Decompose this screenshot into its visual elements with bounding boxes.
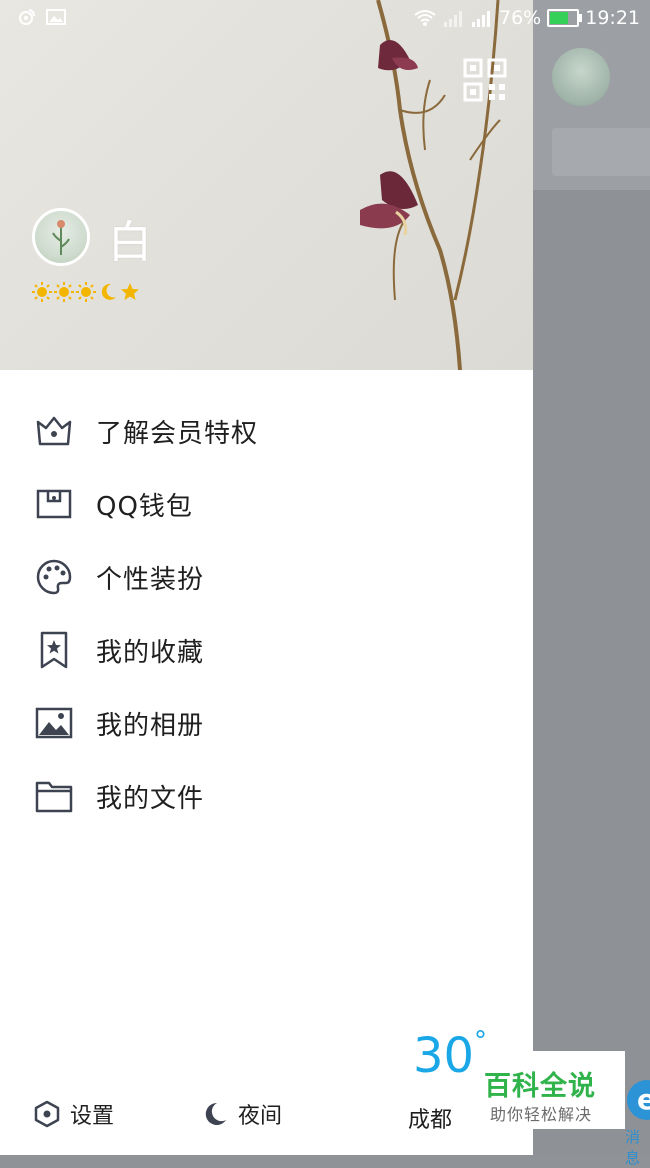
sun-icon — [32, 282, 52, 302]
palette-icon — [36, 559, 72, 595]
sun-icon — [76, 282, 96, 302]
menu-item-files[interactable]: 我的文件 — [0, 760, 533, 833]
watermark-subtitle: 助你轻松解决 — [490, 1105, 593, 1124]
menu-item-favorites[interactable]: 我的收藏 — [0, 614, 533, 687]
wallet-icon — [36, 489, 72, 519]
nickname[interactable]: 白 — [108, 206, 152, 270]
drawer-menu: 了解会员特权 QQ钱包 个性装扮 我的收藏 我的相册 我的文件 — [0, 395, 533, 833]
menu-item-label: QQ钱包 — [96, 492, 193, 522]
menu-item-label: 我的相册 — [96, 711, 205, 741]
battery-icon — [547, 9, 583, 27]
status-bar: 76% 19:21 — [0, 0, 650, 36]
message-tab-label: 消息 — [625, 1128, 641, 1167]
background-app-overlay[interactable]: e 消息 — [533, 0, 650, 1167]
header-background-branch-art — [360, 0, 501, 370]
weibo-icon — [19, 9, 35, 25]
watermark: 百科全说 助你轻松解决 — [475, 1051, 625, 1129]
profile-header[interactable]: 白 — [0, 0, 533, 370]
avatar-flower-image — [52, 220, 70, 255]
menu-item-vip-privileges[interactable]: 了解会员特权 — [0, 395, 533, 468]
background-avatar — [552, 48, 610, 106]
weather-temperature[interactable]: 30 — [413, 1028, 474, 1084]
settings-label: 设置 — [70, 1104, 115, 1129]
night-mode-button[interactable]: 夜间 — [202, 1098, 282, 1130]
menu-item-label: 个性装扮 — [96, 565, 205, 595]
gallery-notification-icon — [46, 9, 66, 25]
qq-level-badges[interactable] — [32, 282, 140, 302]
signal-icon-sim1 — [444, 11, 462, 27]
qr-code-icon[interactable] — [463, 58, 507, 102]
menu-item-album[interactable]: 我的相册 — [0, 687, 533, 760]
menu-item-qq-wallet[interactable]: QQ钱包 — [0, 468, 533, 541]
menu-item-label: 我的收藏 — [96, 638, 205, 668]
moon-icon — [205, 1102, 226, 1125]
night-mode-label: 夜间 — [238, 1104, 283, 1129]
sun-icon — [54, 282, 74, 302]
settings-button[interactable]: 设置 — [34, 1098, 114, 1130]
wifi-icon — [414, 10, 436, 26]
drawer-bottom-bar: 设置 夜间 — [0, 1085, 533, 1145]
star-icon — [121, 283, 139, 300]
clock: 19:21 — [585, 7, 640, 29]
battery-percent: 76% — [499, 7, 542, 29]
settings-hexagon-icon — [34, 1100, 60, 1128]
menu-item-label: 了解会员特权 — [96, 419, 259, 449]
side-drawer: 白 了解会员特权 QQ钱包 个性装扮 我的收藏 我的相册 我的文件 30 ° 设… — [0, 0, 533, 1155]
watermark-title: 百科全说 — [484, 1071, 596, 1102]
weather-city[interactable]: 成都 — [408, 1102, 452, 1134]
avatar[interactable] — [32, 208, 90, 266]
photo-icon — [35, 707, 73, 739]
menu-item-personalize[interactable]: 个性装扮 — [0, 541, 533, 614]
menu-item-label: 我的文件 — [96, 784, 205, 814]
folder-icon — [35, 781, 73, 813]
crown-icon — [36, 416, 72, 446]
battery-fill — [550, 12, 569, 24]
signal-icon-sim2 — [472, 11, 490, 27]
bookmark-star-icon — [40, 631, 68, 669]
moon-icon — [101, 283, 116, 300]
message-tab-icon: e — [627, 1080, 650, 1120]
background-search-bar — [552, 128, 650, 176]
